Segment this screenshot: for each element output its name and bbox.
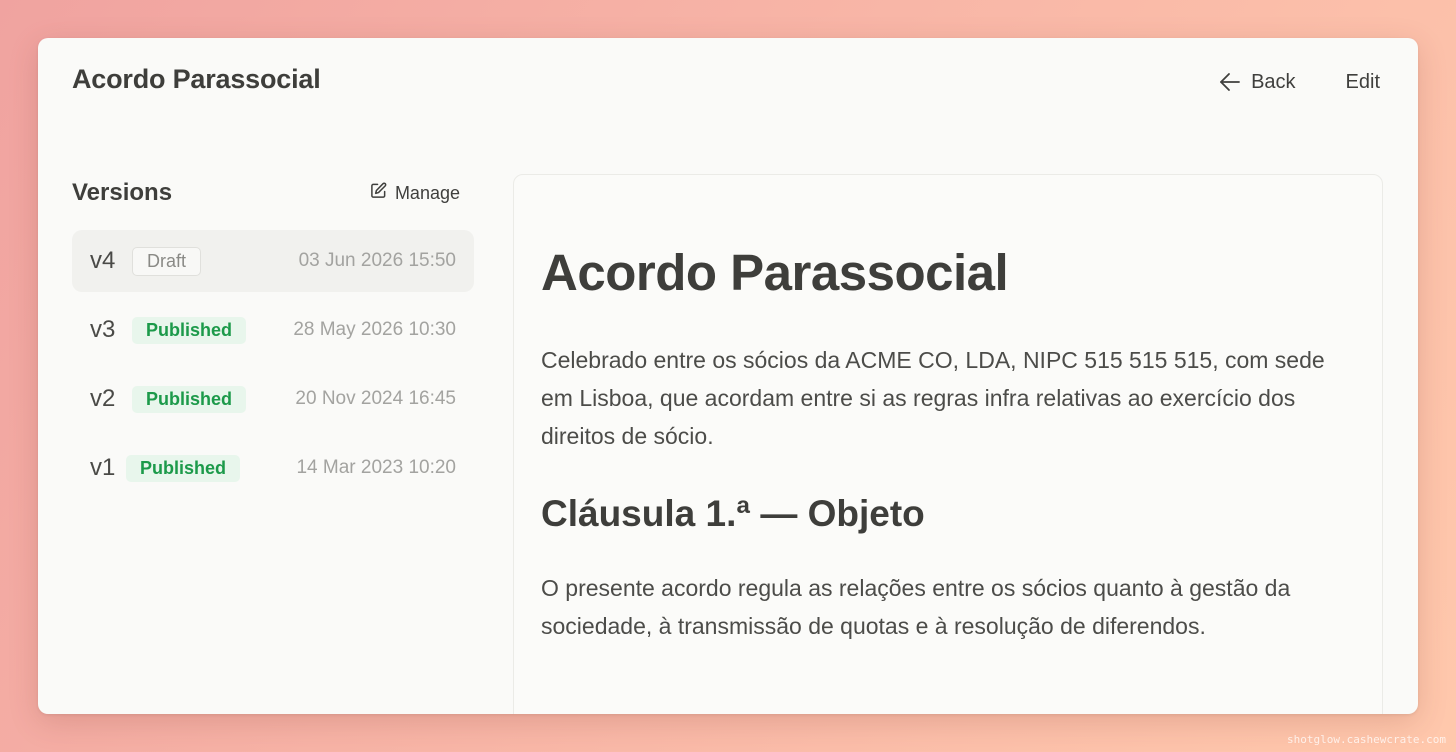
edit-button[interactable]: Edit [1346, 68, 1380, 96]
version-list: v4 Draft 03 Jun 2026 15:50 v3 Published … [72, 230, 474, 499]
status-badge-draft: Draft [132, 246, 202, 276]
watermark: shotglow.cashewcrate.com [1287, 733, 1446, 746]
version-item-v3[interactable]: v3 Published 28 May 2026 10:30 [72, 299, 474, 361]
document-preview: Acordo Parassocial Celebrado entre os só… [513, 174, 1383, 714]
edit-pencil-icon [370, 182, 387, 204]
document-intro: Celebrado entre os sócios da ACME CO, LD… [541, 347, 1325, 449]
back-button-label: Back [1251, 70, 1296, 93]
page-title: Acordo Parassocial [72, 64, 321, 94]
manage-button[interactable]: Manage [370, 182, 460, 204]
versions-sidebar: Versions Manage v4 Draft 03 Jun 2026 15:… [72, 174, 474, 506]
version-item-v2[interactable]: v2 Published 20 Nov 2024 16:45 [72, 368, 474, 430]
status-badge-published: Published [132, 385, 247, 413]
status-badge-published: Published [126, 454, 241, 482]
version-date: 03 Jun 2026 15:50 [298, 250, 456, 271]
version-number: v4 [90, 247, 116, 274]
version-date: 20 Nov 2024 16:45 [295, 388, 456, 409]
version-number: v3 [90, 316, 116, 343]
manage-button-label: Manage [394, 182, 460, 203]
arrow-left-icon [1219, 72, 1241, 92]
versions-title: Versions [72, 179, 173, 206]
version-date: 14 Mar 2023 10:20 [296, 457, 456, 478]
status-badge-published: Published [132, 316, 247, 344]
version-number: v1 [90, 454, 116, 481]
version-date: 28 May 2026 10:30 [293, 319, 456, 340]
document-heading: Acordo Parassocial [541, 244, 1009, 301]
header-actions: Back Edit [1219, 68, 1380, 96]
edit-button-label: Edit [1345, 70, 1380, 93]
clause-heading: Cláusula 1.ª — Objeto [541, 493, 925, 534]
back-button[interactable]: Back [1219, 68, 1296, 96]
version-item-v1[interactable]: v1 Published 14 Mar 2023 10:20 [72, 437, 474, 499]
version-item-v4[interactable]: v4 Draft 03 Jun 2026 15:50 [72, 230, 474, 292]
app-window: Acordo Parassocial Back Edit Versions Ma… [38, 38, 1418, 714]
clause-text: O presente acordo regula as relações ent… [541, 575, 1291, 639]
version-number: v2 [90, 385, 116, 412]
versions-header: Versions Manage [72, 174, 474, 212]
